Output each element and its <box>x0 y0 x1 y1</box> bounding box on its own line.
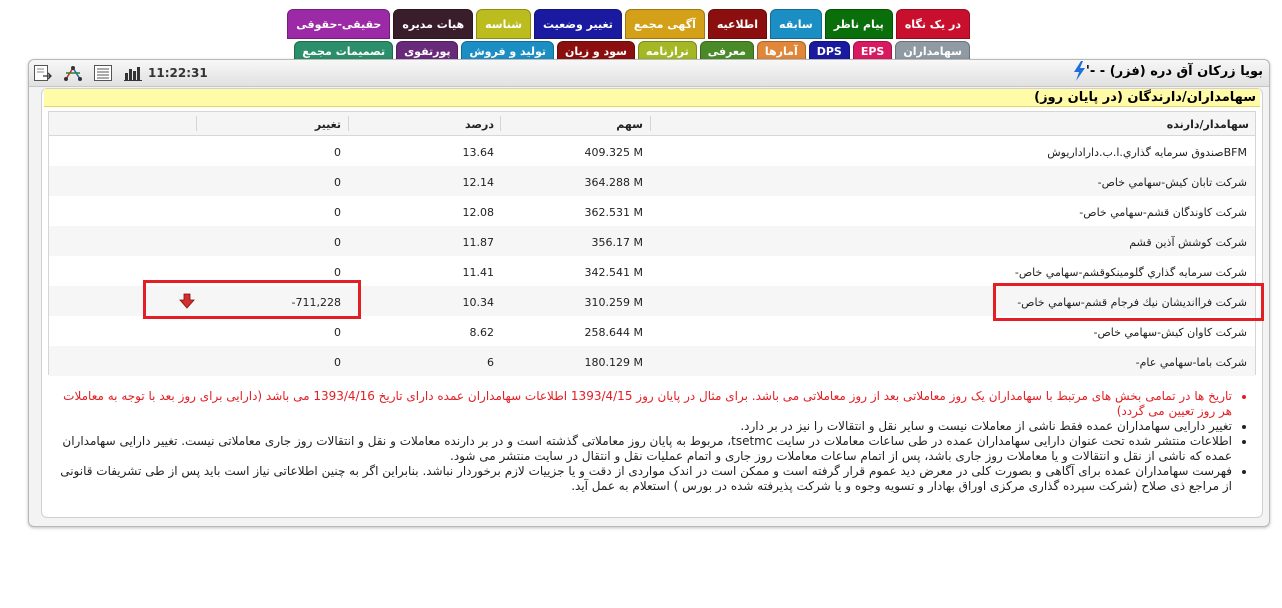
percent-cell: 10.34 <box>462 296 495 309</box>
tab-row2-8[interactable]: پورتفوی <box>396 41 459 61</box>
tab-bar: در یک نگاه پیام ناظر سابقه اطلاعیه آگهی مجمع… <box>287 9 970 61</box>
shares-cell: 356.17 M <box>591 236 643 249</box>
tab-row2-2[interactable]: DPS <box>808 41 850 61</box>
tab-row1-7[interactable]: هیات مدیره <box>393 9 474 39</box>
tab-row2-0[interactable]: سهامداران <box>895 41 970 61</box>
note-item: تاریخ ها در تمامی بخش های مرتبط با سهامد… <box>50 389 1232 419</box>
clock-time: 11:22:31 <box>148 66 208 80</box>
tab-row2-6[interactable]: سود و زیان <box>557 41 635 61</box>
col-change[interactable]: تغییر <box>315 118 341 131</box>
tab-row1-3[interactable]: اطلاعیه <box>707 9 768 39</box>
change-cell: 0 <box>334 206 341 219</box>
percent-cell: 11.41 <box>462 266 495 279</box>
table-row[interactable]: شرکت کوشش آذین قشم 356.17 M 11.87 0 <box>49 226 1255 256</box>
col-divider <box>348 116 349 131</box>
tab-row2-1[interactable]: EPS <box>852 41 893 61</box>
col-shares[interactable]: سهم <box>616 118 643 131</box>
col-holder[interactable]: سهامدار/دارنده <box>1167 118 1249 131</box>
percent-cell: 13.64 <box>462 146 495 159</box>
table-row[interactable]: شركت تابان كيش-سهامي خاص- 364.288 M 12.14 0 <box>49 166 1255 196</box>
tab-row1-4[interactable]: آگهی مجمع <box>624 9 705 39</box>
tab-row-1: در یک نگاه پیام ناظر سابقه اطلاعیه آگهی مجمع… <box>287 9 970 39</box>
change-cell: 0 <box>334 176 341 189</box>
section-title: سهامداران/دارندگان (در پایان روز) <box>44 89 1260 107</box>
note-item: فهرست سهامداران عمده برای آگاهی و بصورت … <box>50 464 1232 494</box>
holder-cell: شركت تابان كيش-سهامي خاص- <box>1097 176 1247 189</box>
note-item: اطلاعات منتشر شده تحت عنوان دارایی سهامد… <box>50 434 1232 464</box>
list-icon[interactable] <box>93 64 113 82</box>
network-icon[interactable] <box>63 64 83 82</box>
title-bar: بویا زرکان آق دره (فزر) - -' 11:22:31 <box>29 60 1269 87</box>
percent-cell: 6 <box>487 356 494 369</box>
holder-cell: شركت كاوندگان قشم-سهامي خاص- <box>1079 206 1247 219</box>
change-cell: 0 <box>334 146 341 159</box>
tab-row1-8[interactable]: حقیقی-حقوقی <box>287 9 391 39</box>
col-divider <box>650 116 651 131</box>
shares-cell: 342.541 M <box>584 266 643 279</box>
col-percent[interactable]: درصد <box>465 118 494 131</box>
shareholders-table: سهامدار/دارنده سهم درصد تغییر BFMصندوق س… <box>48 111 1256 376</box>
tab-row2-7[interactable]: تولید و فروش <box>461 41 555 61</box>
holder-cell: BFMصندوق سرمايه گذاري.ا.ب.داراداریوش <box>1047 146 1247 159</box>
shares-cell: 258.644 M <box>584 326 643 339</box>
lightning-icon[interactable] <box>1072 61 1086 81</box>
tab-row2-4[interactable]: معرفی <box>699 41 754 61</box>
percent-cell: 12.14 <box>462 176 495 189</box>
change-cell: 0 <box>334 356 341 369</box>
highlight-box-holder <box>993 283 1264 321</box>
tab-row-2: سهامداران EPS DPS آمارها معرفی ترازنامه سود و … <box>294 41 970 61</box>
holder-cell: شركت كاوان كيش-سهامي خاص- <box>1093 326 1247 339</box>
tab-row1-5[interactable]: تغییر وضعیت <box>534 9 622 39</box>
tab-row2-3[interactable]: آمارها <box>756 41 806 61</box>
table-row[interactable]: BFMصندوق سرمايه گذاري.ا.ب.داراداریوش 409.… <box>49 136 1255 166</box>
tab-row1-0[interactable]: در یک نگاه <box>895 9 970 39</box>
shares-cell: 310.259 M <box>584 296 643 309</box>
tab-row2-5[interactable]: ترازنامه <box>637 41 697 61</box>
col-divider <box>500 116 501 131</box>
change-cell: 0 <box>334 266 341 279</box>
col-divider <box>196 116 197 131</box>
percent-cell: 11.87 <box>462 236 495 249</box>
shares-cell: 180.129 M <box>584 356 643 369</box>
shares-cell: 362.531 M <box>584 206 643 219</box>
shares-cell: 409.325 M <box>584 146 643 159</box>
tab-row1-1[interactable]: پیام ناظر <box>824 9 893 39</box>
bar-chart-icon[interactable] <box>123 64 143 82</box>
change-cell: 0 <box>334 236 341 249</box>
holder-cell: شرکت کوشش آذین قشم <box>1129 236 1247 249</box>
tab-row2-9[interactable]: تصمیمات مجمع <box>294 41 394 61</box>
notes: تاریخ ها در تمامی بخش های مرتبط با سهامد… <box>50 389 1248 494</box>
shares-cell: 364.288 M <box>584 176 643 189</box>
tab-row1-6[interactable]: شناسه <box>476 9 532 39</box>
percent-cell: 12.08 <box>462 206 495 219</box>
change-cell: 0 <box>334 326 341 339</box>
highlight-box-change <box>143 280 361 319</box>
export-icon[interactable] <box>33 64 53 82</box>
table-row[interactable]: شركت كاوندگان قشم-سهامي خاص- 362.531 M 12.… <box>49 196 1255 226</box>
table-header: سهامدار/دارنده سهم درصد تغییر <box>49 112 1255 136</box>
table-row[interactable]: شركت باما-سهامي عام- 180.129 M 6 0 <box>49 346 1255 376</box>
percent-cell: 8.62 <box>469 326 495 339</box>
note-item: تغییر دارایی سهامداران عمده فقط ناشی از … <box>50 419 1232 434</box>
holder-cell: شركت سرمايه گذاري گلومینکوقشم-سهامي خاص- <box>1014 266 1247 279</box>
tab-row1-2[interactable]: سابقه <box>770 9 822 39</box>
company-title: بویا زرکان آق دره (فزر) - -' <box>1085 64 1263 79</box>
holder-cell: شركت باما-سهامي عام- <box>1135 356 1247 369</box>
